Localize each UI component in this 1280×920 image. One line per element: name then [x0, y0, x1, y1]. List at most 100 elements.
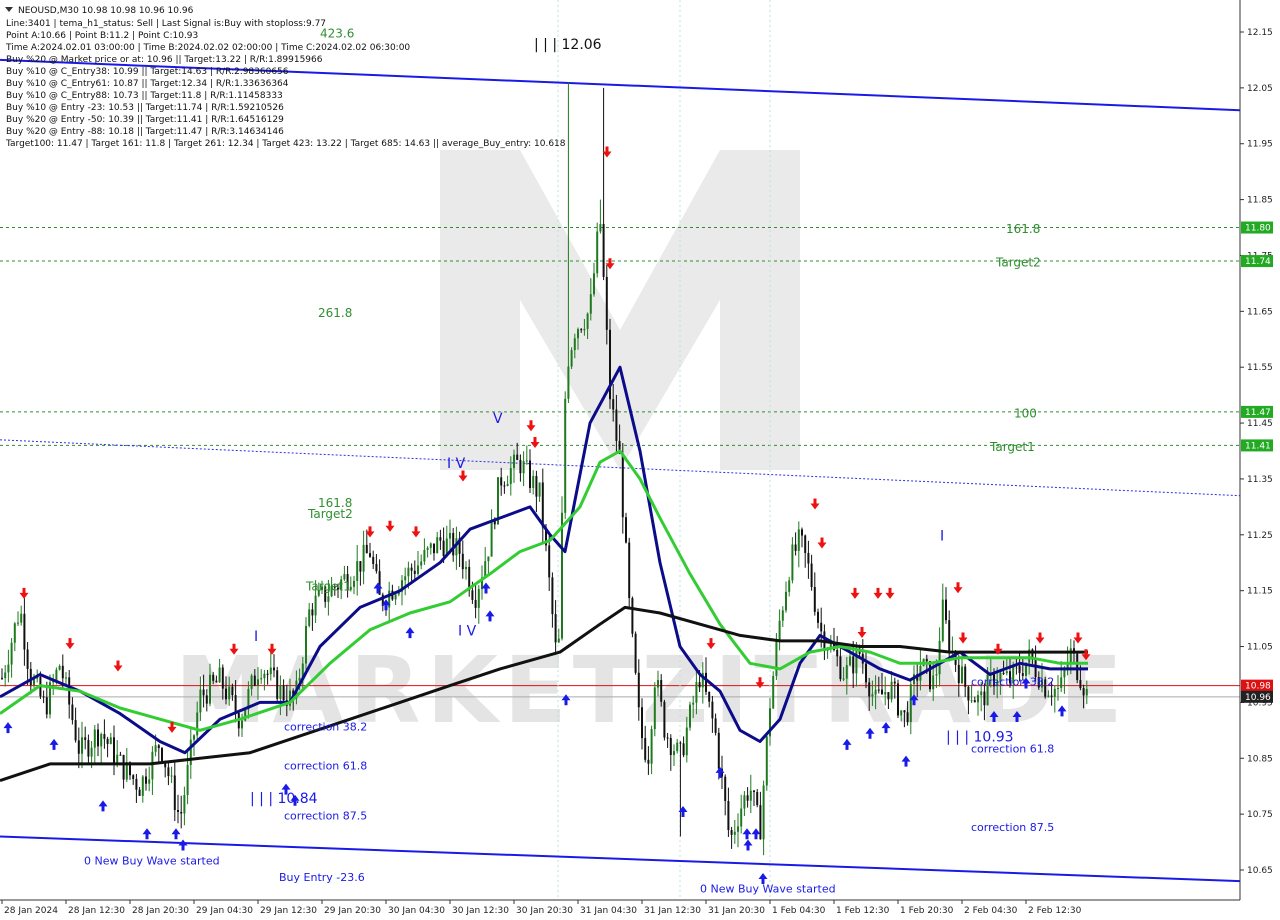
candle-body	[647, 759, 650, 764]
candle-body	[637, 672, 640, 708]
candle-body	[474, 599, 477, 608]
candle-body	[1018, 665, 1021, 674]
candle-body	[509, 468, 512, 484]
candle-body	[154, 745, 157, 752]
chart-annotation: I V	[447, 456, 466, 472]
candle-body	[234, 695, 237, 713]
candle-body	[548, 545, 551, 578]
candle-body	[538, 482, 541, 497]
candle-body	[535, 475, 538, 497]
price-tick-label: 12.15	[1247, 28, 1273, 38]
candle-body	[429, 543, 432, 548]
candle-body	[257, 679, 259, 686]
candle-body	[753, 790, 755, 793]
candle-body	[282, 685, 285, 701]
candle-body	[845, 665, 848, 679]
candle-body	[977, 695, 979, 703]
price-tag-label: 11.41	[1245, 441, 1271, 451]
candle-body	[500, 477, 503, 486]
candle-body	[90, 747, 93, 757]
time-tick-label: 29 Jan 20:30	[324, 906, 381, 916]
candle-body	[20, 613, 23, 623]
info-line: Point A:10.66 | Point B:11.2 | Point C:1…	[6, 31, 198, 41]
candle-body	[253, 675, 256, 686]
candle-body	[1053, 688, 1056, 697]
candle-body	[669, 738, 672, 756]
price-tick-label: 11.45	[1247, 419, 1273, 429]
price-chart[interactable]: MARKETZITRADE 423.6261.8161.8Target2Targ…	[0, 0, 1280, 920]
candle-body	[369, 553, 371, 557]
candle-body	[490, 520, 493, 557]
time-tick-label: 30 Jan 12:30	[452, 906, 509, 916]
chart-annotation: 0 New Buy Wave started	[700, 882, 836, 895]
candle-body	[932, 675, 935, 690]
candle-body	[221, 667, 224, 689]
candle-body	[938, 640, 941, 675]
candle-body	[273, 667, 275, 671]
candle-body	[529, 460, 531, 489]
info-line: Buy %10 @ C_Entry88: 10.73 || Target:11.…	[6, 91, 283, 101]
candle-body	[906, 712, 909, 723]
candle-body	[109, 737, 112, 744]
info-line: Buy %10 @ C_Entry61: 10.87 || Target:12.…	[6, 79, 289, 89]
chart-annotation: 0 New Buy Wave started	[84, 854, 220, 867]
price-tick-label: 11.05	[1247, 643, 1273, 653]
candle-body	[957, 664, 960, 684]
candle-body	[615, 409, 618, 441]
candle-body	[596, 231, 599, 274]
candle-body	[196, 712, 199, 736]
candle-body	[151, 751, 154, 780]
candle-body	[762, 785, 765, 840]
candle-body	[439, 537, 442, 541]
chart-annotation: correction 38.2	[284, 720, 367, 733]
chart-annotation: Buy Entry -23.6	[279, 871, 365, 884]
candle-body	[506, 483, 509, 486]
candle-body	[449, 532, 451, 539]
time-tick-label: 28 Jan 2024	[4, 906, 58, 916]
candle-body	[1063, 669, 1066, 678]
chart-annotation: 161.8	[1006, 222, 1040, 236]
candle-body	[193, 735, 195, 740]
candle-body	[452, 532, 455, 556]
candle-body	[212, 674, 215, 681]
candle-body	[314, 595, 317, 616]
time-tick-label: 30 Jan 04:30	[388, 906, 445, 916]
candle-body	[791, 544, 794, 581]
candle-body	[218, 667, 221, 683]
candle-body	[525, 460, 528, 462]
candle-body	[407, 567, 410, 577]
candle-body	[241, 720, 243, 729]
candle-body	[804, 535, 807, 553]
candle-body	[881, 689, 883, 695]
time-tick-label: 1 Feb 12:30	[836, 906, 890, 916]
candle-body	[714, 718, 717, 733]
candle-body	[260, 678, 263, 680]
candle-body	[167, 767, 170, 777]
chart-annotation: Target2	[995, 256, 1041, 270]
candle-body	[362, 544, 365, 572]
candle-body	[433, 543, 435, 554]
candle-body	[1002, 672, 1005, 674]
candle-body	[436, 537, 439, 554]
candle-body	[173, 775, 176, 810]
chart-annotation: correction 61.8	[971, 743, 1054, 756]
candle-body	[228, 686, 231, 700]
candle-body	[801, 529, 803, 536]
candle-body	[23, 613, 26, 650]
candle-body	[225, 688, 227, 700]
candle-body	[583, 328, 586, 331]
candle-body	[394, 594, 397, 600]
candle-body	[404, 576, 407, 581]
chart-annotation: 100	[1014, 406, 1037, 420]
price-tag-label: 10.96	[1245, 693, 1271, 703]
candle-body	[145, 776, 147, 784]
candle-body	[215, 680, 218, 683]
candle-body	[1034, 659, 1037, 678]
chart-annotation: correction 87.5	[971, 821, 1054, 834]
price-tick-label: 11.95	[1247, 140, 1273, 150]
candle-body	[513, 454, 515, 469]
candle-body	[205, 695, 208, 704]
chart-annotation: correction 61.8	[284, 759, 367, 772]
candle-body	[737, 826, 739, 832]
chart-annotation: correction 87.5	[284, 810, 367, 823]
